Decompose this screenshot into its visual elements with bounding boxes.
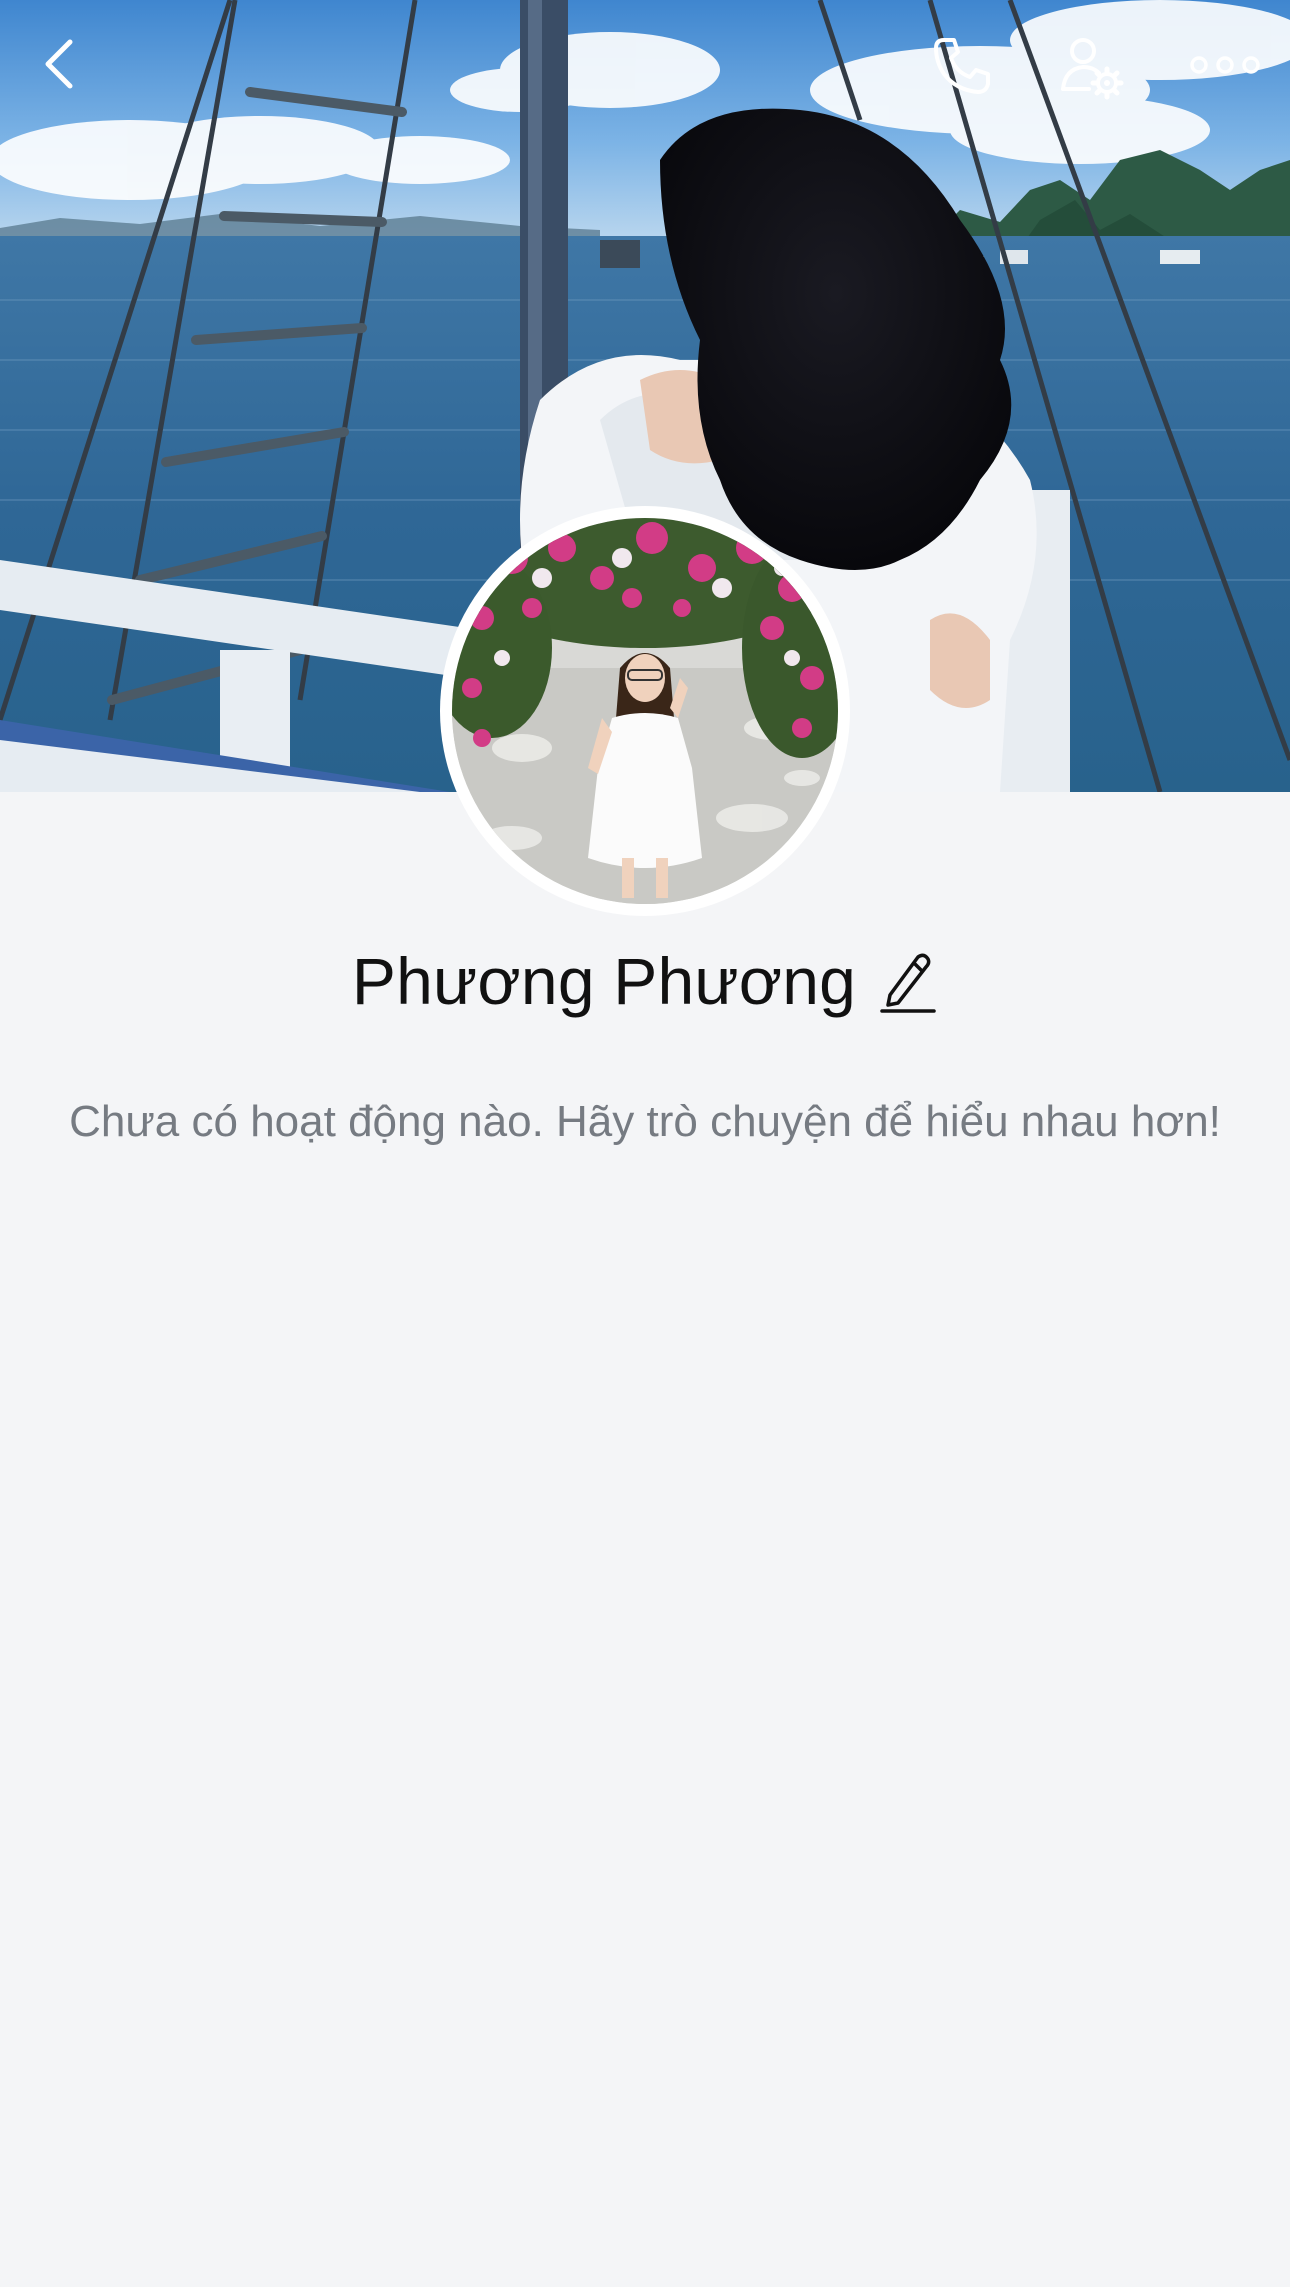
avatar[interactable] xyxy=(440,506,850,916)
user-settings-icon[interactable] xyxy=(1052,30,1132,106)
phone-icon[interactable] xyxy=(922,30,1002,102)
profile-name-row: Phương Phương xyxy=(0,936,1290,1026)
profile-page: Phương Phương Chưa có hoạt động nào. Hãy… xyxy=(0,0,1290,2287)
profile-name: Phương Phương xyxy=(351,944,857,1018)
pencil-icon[interactable] xyxy=(878,947,938,1015)
more-horizontal-icon[interactable] xyxy=(1186,36,1264,94)
activity-empty-message: Chưa có hoạt động nào. Hãy trò chuyện để… xyxy=(69,1097,1221,1146)
avatar-photo xyxy=(452,518,838,904)
top-bar xyxy=(0,0,1290,140)
chevron-left-icon[interactable] xyxy=(28,28,92,100)
